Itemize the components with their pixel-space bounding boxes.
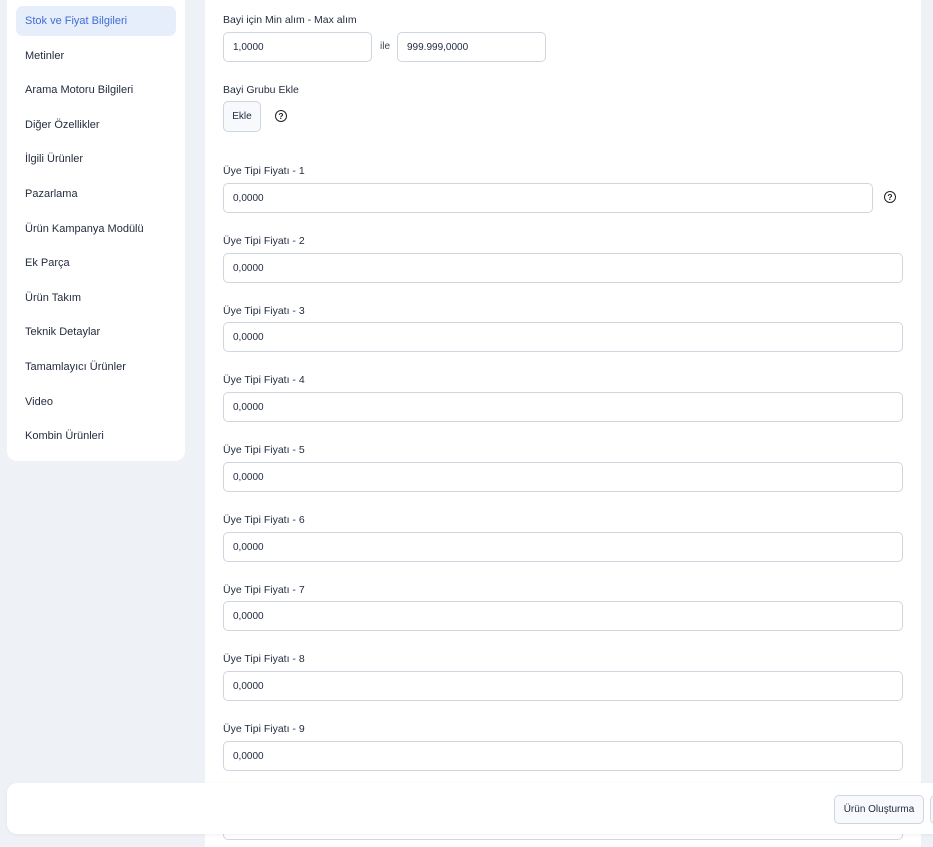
- question-circle-icon[interactable]: ?: [275, 110, 287, 122]
- dealer-minmax-label: Bayi için Min alım - Max alım: [223, 14, 357, 26]
- question-circle-icon[interactable]: ?: [884, 191, 896, 203]
- sidebar-nav: Stok ve Fiyat Bilgileri Metinler Arama M…: [7, 0, 185, 461]
- dealer-min-input[interactable]: [223, 32, 372, 62]
- member-price-label: Üye Tipi Fiyatı - 4: [223, 374, 305, 386]
- dealer-group-label: Bayi Grubu Ekle: [223, 84, 299, 96]
- sidebar-item-ek-parca[interactable]: Ek Parça: [16, 248, 176, 278]
- member-price-input[interactable]: [223, 322, 903, 352]
- member-price-label: Üye Tipi Fiyatı - 1: [223, 165, 305, 177]
- sidebar-item-metinler[interactable]: Metinler: [16, 41, 176, 71]
- sidebar-item-stok-fiyat[interactable]: Stok ve Fiyat Bilgileri: [16, 6, 176, 36]
- sidebar-item-pazarlama[interactable]: Pazarlama: [16, 179, 176, 209]
- sidebar-item-kampanya-modulu[interactable]: Ürün Kampanya Modülü: [16, 214, 176, 244]
- member-price-input[interactable]: [223, 671, 903, 701]
- member-price-label: Üye Tipi Fiyatı - 5: [223, 444, 305, 456]
- member-price-input[interactable]: [223, 392, 903, 422]
- bottom-action-bar: Ürün Oluşturma: [7, 783, 933, 834]
- sidebar-item-tamamlayici-urunler[interactable]: Tamamlayıcı Ürünler: [16, 352, 176, 382]
- member-price-label: Üye Tipi Fiyatı - 2: [223, 235, 305, 247]
- sidebar-item-ilgili-urunler[interactable]: İlgili Ürünler: [16, 144, 176, 174]
- member-price-label: Üye Tipi Fiyatı - 6: [223, 514, 305, 526]
- sidebar-item-arama-motoru[interactable]: Arama Motoru Bilgileri: [16, 75, 176, 105]
- range-separator: ile: [380, 41, 391, 52]
- create-product-button[interactable]: Ürün Oluşturma: [834, 795, 924, 824]
- main-panel: Bayi için Min alım - Max alım ile Bayi G…: [205, 0, 921, 847]
- member-price-label: Üye Tipi Fiyatı - 7: [223, 584, 305, 596]
- add-dealer-group-button[interactable]: Ekle: [223, 101, 261, 132]
- member-price-input[interactable]: [223, 601, 903, 631]
- sidebar-item-diger-ozellikler[interactable]: Diğer Özellikler: [16, 110, 176, 140]
- member-price-input[interactable]: [223, 253, 903, 283]
- member-price-label: Üye Tipi Fiyatı - 3: [223, 305, 305, 317]
- sidebar-item-teknik-detaylar[interactable]: Teknik Detaylar: [16, 317, 176, 347]
- member-price-input[interactable]: [223, 532, 903, 562]
- member-price-input[interactable]: [223, 462, 903, 492]
- sidebar-item-kombin-urunleri[interactable]: Kombin Ürünleri: [16, 421, 176, 451]
- dealer-max-input[interactable]: [397, 32, 546, 62]
- member-price-input[interactable]: [223, 183, 873, 213]
- member-price-label: Üye Tipi Fiyatı - 8: [223, 653, 305, 665]
- sidebar-item-video[interactable]: Video: [16, 387, 176, 417]
- sidebar-item-urun-takim[interactable]: Ürün Takım: [16, 283, 176, 313]
- member-price-label: Üye Tipi Fiyatı - 9: [223, 723, 305, 735]
- member-price-input[interactable]: [223, 741, 903, 771]
